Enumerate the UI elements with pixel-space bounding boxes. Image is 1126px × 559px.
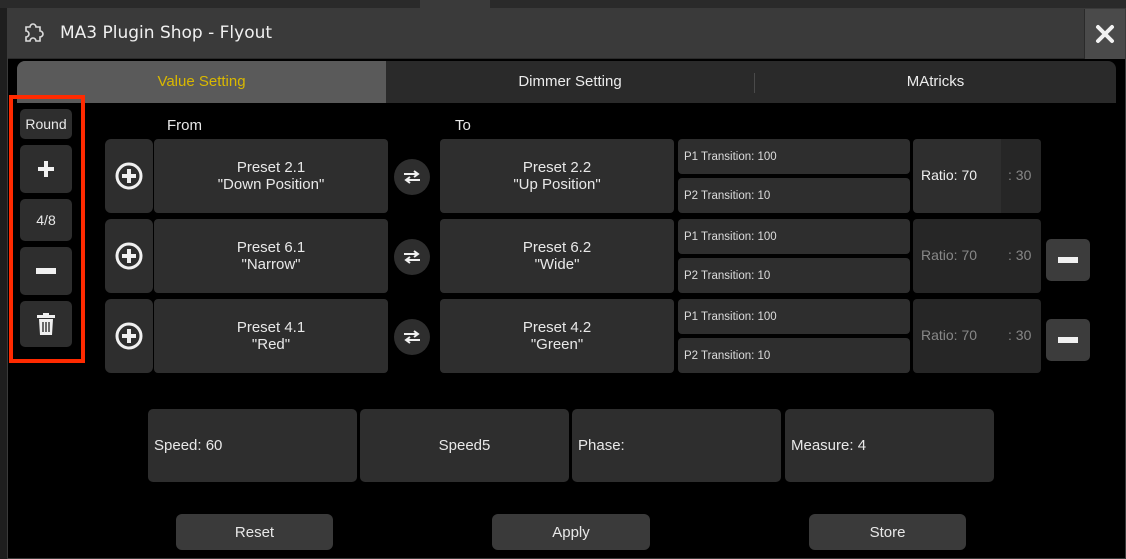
- to-preset-cell[interactable]: Preset 6.2 "Wide": [440, 219, 674, 293]
- swap-button[interactable]: [394, 239, 430, 275]
- background-strip: [0, 0, 1126, 8]
- ratio-cell[interactable]: Ratio: 70 : 30: [913, 219, 1041, 293]
- plus-circle-icon: [115, 322, 143, 350]
- to-preset-number: Preset 6.2: [522, 239, 592, 256]
- window-title: MA3 Plugin Shop - Flyout: [60, 23, 273, 43]
- to-preset-name: "Wide": [534, 256, 580, 273]
- apply-button[interactable]: Apply: [492, 514, 650, 550]
- p1-transition[interactable]: P1 Transition: 100: [678, 219, 910, 254]
- row-add-button[interactable]: [105, 139, 153, 213]
- from-header: From: [167, 117, 202, 134]
- from-preset-name: "Narrow": [241, 256, 301, 273]
- puzzle-icon: [25, 23, 44, 42]
- minus-icon: [1058, 337, 1078, 343]
- from-preset-number: Preset 2.1: [236, 159, 306, 176]
- plus-circle-icon: [115, 162, 143, 190]
- ratio-cell[interactable]: Ratio: 70 : 30: [913, 299, 1041, 373]
- speed-field[interactable]: Speed: 60: [148, 409, 357, 482]
- minus-icon: [36, 268, 56, 274]
- ratio-rest: : 30: [1008, 327, 1032, 343]
- swap-button[interactable]: [394, 159, 430, 195]
- ratio-rest: : 30: [1008, 167, 1032, 183]
- close-button[interactable]: [1084, 9, 1125, 59]
- ratio-value: Ratio: 70: [921, 167, 978, 183]
- p1-transition[interactable]: P1 Transition: 100: [678, 139, 910, 174]
- round-count: 4/8: [20, 199, 72, 241]
- measure-field[interactable]: Measure: 4: [785, 409, 994, 482]
- from-preset-cell[interactable]: Preset 6.1 "Narrow": [154, 219, 388, 293]
- tab-matricks[interactable]: MAtricks: [755, 61, 1116, 103]
- p2-transition[interactable]: P2 Transition: 10: [678, 178, 910, 213]
- swap-icon: [404, 170, 420, 184]
- ratio-value: Ratio: 70: [921, 247, 978, 263]
- remove-row-button[interactable]: [1046, 319, 1090, 361]
- from-preset-name: "Red": [251, 336, 291, 353]
- p1-transition[interactable]: P1 Transition: 100: [678, 299, 910, 334]
- to-preset-name: "Up Position": [513, 176, 601, 193]
- row-add-button[interactable]: [105, 299, 153, 373]
- to-preset-number: Preset 4.2: [522, 319, 592, 336]
- from-preset-number: Preset 4.1: [236, 319, 306, 336]
- from-preset-cell[interactable]: Preset 2.1 "Down Position": [154, 139, 388, 213]
- minus-icon: [1058, 257, 1078, 263]
- p2-transition[interactable]: P2 Transition: 10: [678, 258, 910, 293]
- round-remove-button[interactable]: [20, 247, 72, 295]
- trash-icon: [37, 313, 55, 335]
- store-button[interactable]: Store: [809, 514, 966, 550]
- to-preset-cell[interactable]: Preset 2.2 "Up Position": [440, 139, 674, 213]
- swap-icon: [404, 250, 420, 264]
- swap-button[interactable]: [394, 319, 430, 355]
- plus-circle-icon: [115, 242, 143, 270]
- phase-field[interactable]: Phase:: [572, 409, 781, 482]
- to-header: To: [455, 117, 471, 134]
- ratio-rest: : 30: [1008, 247, 1032, 263]
- plugin-window: MA3 Plugin Shop - Flyout Value Setting D…: [7, 8, 1126, 559]
- tab-dimmer-setting[interactable]: Dimmer Setting: [386, 61, 754, 103]
- swap-icon: [404, 330, 420, 344]
- row-add-button[interactable]: [105, 219, 153, 293]
- from-preset-number: Preset 6.1: [236, 239, 306, 256]
- round-delete-button[interactable]: [20, 301, 72, 347]
- tab-bar: Value Setting Dimmer Setting MAtricks: [17, 61, 1116, 103]
- reset-button[interactable]: Reset: [176, 514, 333, 550]
- round-label: Round: [20, 109, 72, 139]
- to-preset-cell[interactable]: Preset 4.2 "Green": [440, 299, 674, 373]
- from-preset-cell[interactable]: Preset 4.1 "Red": [154, 299, 388, 373]
- plus-icon: [38, 161, 54, 177]
- to-preset-number: Preset 2.2: [522, 159, 592, 176]
- from-preset-name: "Down Position": [217, 176, 325, 193]
- remove-row-button[interactable]: [1046, 239, 1090, 281]
- ratio-value: Ratio: 70: [921, 327, 978, 343]
- ratio-cell[interactable]: Ratio: 70 : 30: [913, 139, 1041, 213]
- to-preset-name: "Green": [530, 336, 584, 353]
- speed-group-field[interactable]: Speed5: [360, 409, 569, 482]
- round-add-button[interactable]: [20, 145, 72, 193]
- p2-transition[interactable]: P2 Transition: 10: [678, 338, 910, 373]
- background-tab: [420, 0, 490, 8]
- title-bar[interactable]: MA3 Plugin Shop - Flyout: [8, 9, 1125, 59]
- close-icon: [1096, 25, 1114, 43]
